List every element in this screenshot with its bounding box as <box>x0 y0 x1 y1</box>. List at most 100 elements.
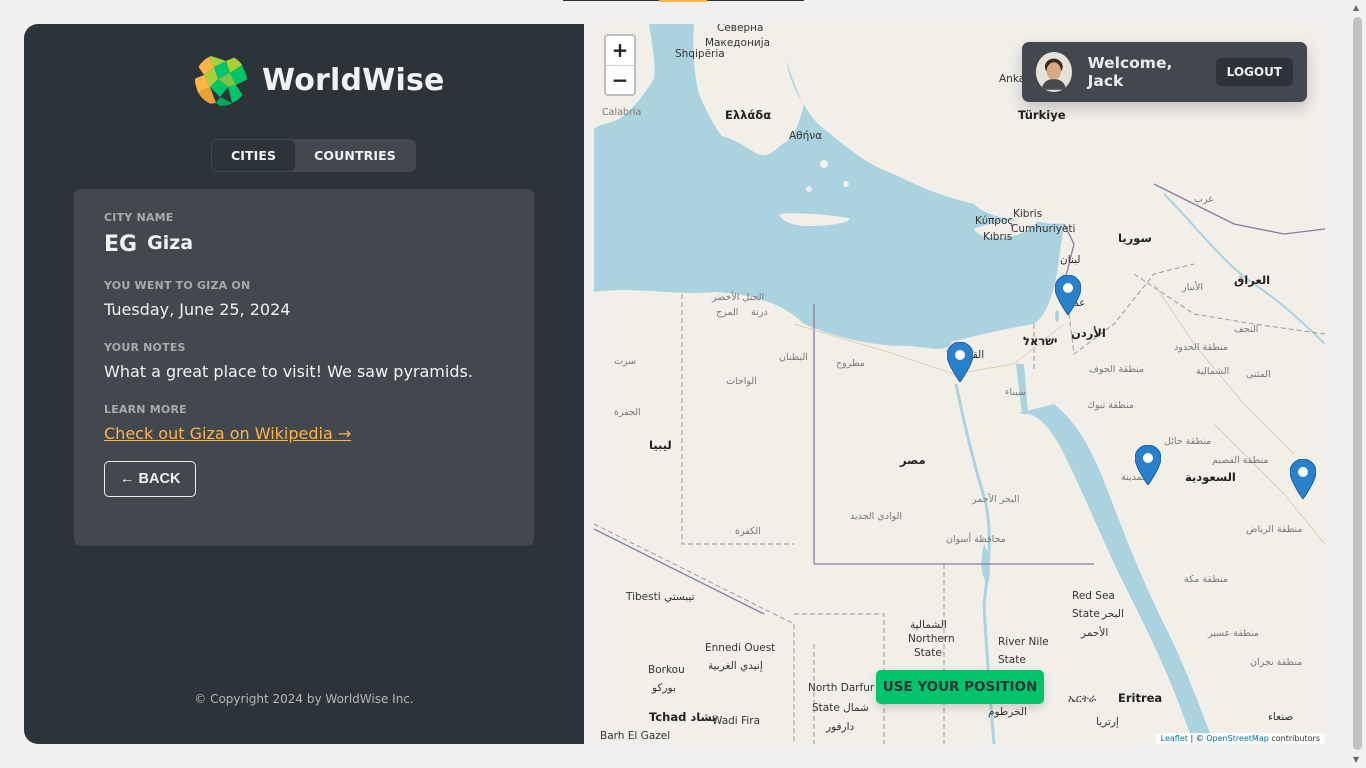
map-label: Borkou <box>648 664 685 676</box>
city-detail-card: CITY NAME EG Giza YOU WENT TO GIZA ON Tu… <box>74 189 534 546</box>
tab-cities[interactable]: CITIES <box>212 140 296 171</box>
city-name-label: CITY NAME <box>104 211 174 224</box>
map-label: Red Sea <box>1072 590 1115 602</box>
wikipedia-link[interactable]: Check out Giza on Wikipedia → <box>104 424 351 443</box>
zoom-control: + − <box>604 34 636 96</box>
city-marker-pin-icon[interactable] <box>1290 459 1316 499</box>
attribution-contributors: contributors <box>1268 734 1320 743</box>
map-label: المثنى <box>1246 369 1271 380</box>
scrollbar-thumb[interactable] <box>1353 17 1362 750</box>
map-label: السعودية <box>1185 470 1236 484</box>
leaflet-link[interactable]: Leaflet <box>1161 734 1188 743</box>
map-label: Северна <box>717 24 764 34</box>
view-tabs: CITIES COUNTRIES <box>211 139 416 172</box>
zoom-in-button[interactable]: + <box>606 36 634 65</box>
map-label: النجف <box>1234 324 1259 335</box>
map-label: Kıbrıs <box>983 231 1013 243</box>
map-label: River Nile <box>998 636 1049 648</box>
city-marker-pin-icon[interactable] <box>947 342 973 382</box>
city-marker-pin-icon[interactable] <box>1055 275 1081 315</box>
map-label: Barh El Gazel <box>600 730 671 742</box>
osm-link[interactable]: OpenStreetMap <box>1206 734 1269 743</box>
tab-countries[interactable]: COUNTRIES <box>295 140 415 171</box>
map-label: منطقة نجران <box>1250 657 1303 668</box>
map-label: الوادي الجديد <box>850 511 903 522</box>
map-label: Tibesti تيبستي <box>626 591 695 603</box>
map-label: مصر <box>900 453 926 467</box>
map-label: محافظة أسوان <box>946 534 1006 545</box>
map-label: منطقة الحدود <box>1174 342 1229 353</box>
map-label: Ennedi Ouest <box>705 642 776 654</box>
map-label: غرب <box>1194 194 1214 205</box>
map-label: North Darfur <box>808 682 875 694</box>
map-label: إرتريا <box>1096 716 1119 728</box>
map-label: Wadi Fira <box>712 715 761 727</box>
map-label: الأنبار <box>1182 282 1204 293</box>
map-attribution: Leaflet | © OpenStreetMap contributors <box>1155 733 1325 744</box>
map-label: الأردن <box>1071 326 1106 340</box>
map-label: Northern <box>908 633 955 645</box>
notes-label: YOUR NOTES <box>104 341 186 354</box>
map-label: State <box>998 654 1026 666</box>
map[interactable]: Северна Македонија Shqipëria Calabria Ελ… <box>594 24 1325 744</box>
map-label: البطنان <box>779 352 808 363</box>
use-position-button[interactable]: USE YOUR POSITION <box>876 670 1044 704</box>
map-label: البحر <box>1102 608 1124 620</box>
map-label: سرت <box>614 356 637 367</box>
map-label: المرج <box>716 307 739 318</box>
learn-more-label: LEARN MORE <box>104 403 187 416</box>
notes-text: What a great place to visit! We saw pyra… <box>104 362 473 381</box>
logout-button[interactable]: LOGOUT <box>1215 58 1293 86</box>
map-label: الجبل الأخضر <box>712 292 765 303</box>
page-scrollbar[interactable]: ▲ ▼ <box>1349 0 1366 768</box>
scroll-down-arrow-icon[interactable]: ▼ <box>1353 755 1359 764</box>
globe-logo-icon <box>195 54 247 106</box>
back-button[interactable]: ← BACK <box>104 461 197 497</box>
scroll-up-arrow-icon[interactable]: ▲ <box>1353 3 1359 12</box>
app-name: WorldWise <box>262 62 445 98</box>
app-logo[interactable]: WorldWise <box>194 53 445 107</box>
city-name-row: EG Giza <box>104 232 504 257</box>
map-label: العراق <box>1234 273 1271 287</box>
map-label: منطقة تبوك <box>1087 400 1134 411</box>
map-label: State شمال <box>812 702 869 714</box>
country-flag: EG <box>104 232 138 257</box>
map-label: State <box>1072 608 1100 620</box>
user-panel: Welcome, Jack LOGOUT <box>1022 42 1307 102</box>
map-label: Tchad تشاد <box>649 710 717 724</box>
map-label: منطقة عسير <box>1208 628 1259 639</box>
map-label: لبنان <box>1060 254 1081 266</box>
map-label: سيناء <box>1005 387 1027 398</box>
map-label: Shqipëria <box>675 48 725 60</box>
welcome-text: Welcome, Jack <box>1087 54 1173 90</box>
map-label: درنة <box>751 307 768 318</box>
visit-date-label: YOU WENT TO GIZA ON <box>104 279 251 292</box>
map-label: الكفرة <box>735 526 761 537</box>
map-label: Eritrea <box>1118 691 1163 705</box>
map-label: مطروح <box>836 358 865 369</box>
zoom-out-button[interactable]: − <box>606 65 634 94</box>
map-label: الشمالية <box>910 619 947 631</box>
map-label: دارفور <box>826 721 855 733</box>
top-progress-accent <box>659 0 707 2</box>
map-label: State <box>914 647 942 659</box>
copyright: © Copyright 2024 by WorldWise Inc. <box>194 692 414 706</box>
map-label: Türkiye <box>1018 108 1066 122</box>
map-label: سوريا <box>1118 231 1152 245</box>
map-label: الأحمر <box>1081 627 1109 639</box>
map-label: Cumhuriyeti <box>1011 223 1076 235</box>
city-marker-pin-icon[interactable] <box>1135 445 1161 485</box>
map-label: إنيدي الغربية <box>708 660 763 672</box>
map-label: Κύπρος <box>975 215 1014 227</box>
attribution-separator: | © <box>1187 734 1207 743</box>
map-label: Kibris <box>1013 208 1043 220</box>
map-label: منطقة الرياض <box>1246 524 1303 535</box>
map-label: منطقة حائل <box>1164 436 1212 447</box>
map-label: منطقة مكة <box>1184 574 1229 585</box>
map-label: الجفرة <box>614 407 641 418</box>
avatar <box>1036 52 1072 92</box>
map-label: Ελλάδα <box>725 108 772 122</box>
map-label: Αθήνα <box>789 130 823 142</box>
map-label: الواحات <box>726 376 757 387</box>
map-label: صنعاء <box>1268 711 1294 723</box>
